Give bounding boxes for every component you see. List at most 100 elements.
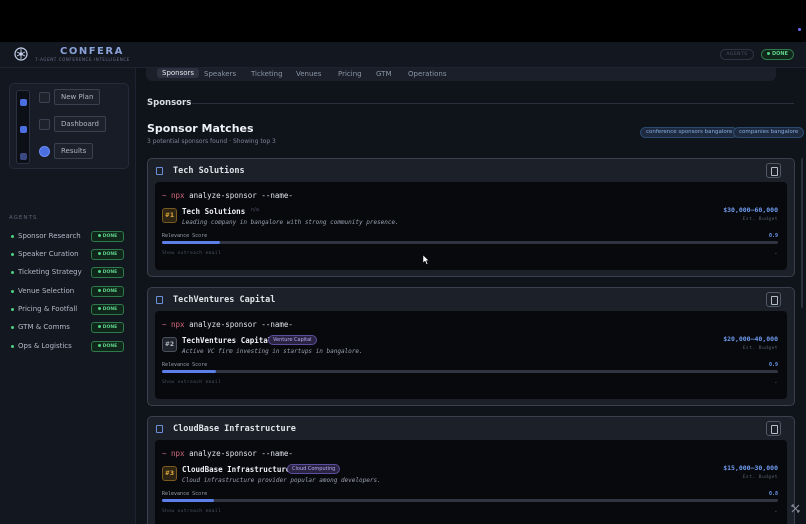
dashboard-button[interactable]: Dashboard xyxy=(54,116,106,132)
mouse-cursor-icon xyxy=(422,255,429,265)
tab-operations[interactable]: Operations xyxy=(408,70,446,78)
agent-name: Pricing & Footfall xyxy=(18,305,78,313)
tab-gtm[interactable]: GTM xyxy=(376,70,392,78)
outreach-toggle[interactable]: Show outreach email xyxy=(162,380,221,385)
copy-button[interactable] xyxy=(766,292,781,307)
brand-tagline: 7-AGENT CONFERENCE INTELLIGENCE xyxy=(35,57,130,62)
agent-item-ops-logistics[interactable]: Ops & Logistics DONE xyxy=(11,341,129,353)
agent-status-badge: DONE xyxy=(91,304,124,315)
chevron-down-icon[interactable]: ⌄ xyxy=(774,250,778,256)
relevance-label: Relevance Score xyxy=(162,233,208,239)
command-args: analyze-sponsor --name- xyxy=(189,191,293,200)
sponsor-description: Active VC firm investing in startups in … xyxy=(182,348,363,355)
sponsor-name: TechVentures Capital xyxy=(182,336,273,345)
outreach-toggle[interactable]: Show outreach email xyxy=(162,251,221,256)
sponsor-card-title: TechVentures Capital xyxy=(173,295,276,305)
agent-status-label: DONE xyxy=(102,289,118,294)
agent-item-sponsor-research[interactable]: Sponsor Research DONE xyxy=(11,231,129,243)
budget-amount: $30,000–60,000 xyxy=(723,206,778,214)
step-radio-results[interactable] xyxy=(39,146,50,157)
brand-name: CONFERA xyxy=(60,46,124,57)
sponsor-name: CloudBase Infrastructure xyxy=(182,465,291,474)
agent-status-badge: DONE xyxy=(91,249,124,260)
agent-status-dot xyxy=(11,271,14,274)
agent-status-badge: DONE xyxy=(91,231,124,242)
relevance-bar xyxy=(162,499,778,502)
search-query-chip[interactable]: conference sponsors bangalore xyxy=(640,127,739,138)
stepper-rail xyxy=(16,90,30,164)
app-header: CONFERA 7-AGENT CONFERENCE INTELLIGENCE … xyxy=(0,42,806,68)
results-tab-bar: Sponsors Speakers Ticketing Venues Prici… xyxy=(146,68,776,81)
sponsor-card-header: CloudBase Infrastructure xyxy=(155,421,787,437)
sponsor-terminal: ~ npx analyze-sponsor --name- #1 Tech So… xyxy=(155,182,787,270)
agent-status-label: DONE xyxy=(102,270,118,275)
tab-venues[interactable]: Venues xyxy=(296,70,321,78)
sponsor-card: CloudBase Infrastructure ~ npx analyze-s… xyxy=(147,416,795,524)
document-icon xyxy=(156,425,163,433)
relevance-bar-fill xyxy=(162,241,220,244)
budget-label: Est. Budget xyxy=(742,217,778,222)
relevance-value: 0.8 xyxy=(768,491,778,497)
chevron-down-icon[interactable]: ⌄ xyxy=(774,379,778,385)
check-dot-icon xyxy=(97,252,101,255)
check-dot-icon xyxy=(97,344,101,347)
rail-marker xyxy=(20,153,27,160)
search-query-chip[interactable]: companies bangalore xyxy=(733,127,805,138)
scrollbar[interactable] xyxy=(801,158,803,308)
app-window: CONFERA 7-AGENT CONFERENCE INTELLIGENCE … xyxy=(0,42,806,524)
agent-status-label: DONE xyxy=(102,307,118,312)
budget-label: Est. Budget xyxy=(742,346,778,351)
tab-ticketing[interactable]: Ticketing xyxy=(251,70,283,78)
relevance-bar-fill xyxy=(162,370,216,373)
status-badge: DONE xyxy=(761,49,794,60)
sponsor-description: Leading company in bangalore with strong… xyxy=(182,219,399,226)
agent-item-pricing-footfall[interactable]: Pricing & Footfall DONE xyxy=(11,304,129,316)
document-icon xyxy=(156,296,163,304)
command-line: ~ npx analyze-sponsor --name- xyxy=(162,191,293,200)
check-dot-icon xyxy=(97,270,101,273)
command-args: analyze-sponsor --name- xyxy=(189,320,293,329)
sponsor-card: Tech Solutions ~ npx analyze-sponsor --n… xyxy=(147,158,795,277)
agent-item-speaker-curation[interactable]: Speaker Curation DONE xyxy=(11,249,129,261)
check-dot-icon xyxy=(97,234,101,237)
results-button[interactable]: Results xyxy=(54,143,94,159)
globe-logo-icon xyxy=(14,47,28,61)
main-content: Sponsors Speakers Ticketing Venues Prici… xyxy=(136,68,806,524)
copy-button[interactable] xyxy=(766,163,781,178)
agent-item-venue-selection[interactable]: Venue Selection DONE xyxy=(11,286,129,298)
page-title: Sponsor Matches xyxy=(147,122,254,135)
check-dot-icon xyxy=(97,307,101,310)
sponsor-description: Cloud infrastructure provider popular am… xyxy=(182,477,381,484)
status-dot-icon xyxy=(766,52,770,55)
sponsor-terminal: ~ npx analyze-sponsor --name- #2 TechVen… xyxy=(155,311,787,399)
copy-button[interactable] xyxy=(766,421,781,436)
agents-section-label: AGENTS xyxy=(9,215,38,221)
agent-name: Ticketing Strategy xyxy=(18,268,82,276)
expand-icon[interactable] xyxy=(791,504,800,513)
command-prompt: ~ xyxy=(162,191,167,200)
chevron-down-icon[interactable]: ⌄ xyxy=(774,508,778,514)
sponsor-card: TechVentures Capital ~ npx analyze-spons… xyxy=(147,287,795,406)
agent-status-label: DONE xyxy=(102,252,118,257)
tab-sponsors[interactable]: Sponsors xyxy=(157,68,200,78)
sponsor-card-header: Tech Solutions xyxy=(155,163,787,179)
document-icon xyxy=(156,167,163,175)
new-plan-button[interactable]: New Plan xyxy=(54,89,101,105)
sponsor-category-tag: Cloud Computing xyxy=(287,464,341,474)
command-tool: npx xyxy=(171,320,185,329)
agent-status-dot xyxy=(11,345,14,348)
workflow-stepper: New Plan Dashboard Results xyxy=(9,83,129,169)
agent-item-ticketing-strategy[interactable]: Ticketing Strategy DONE xyxy=(11,267,129,279)
step-checkbox-dashboard[interactable] xyxy=(39,119,50,130)
agent-status-label: DONE xyxy=(102,234,118,239)
step-checkbox-new-plan[interactable] xyxy=(39,92,50,103)
outreach-toggle[interactable]: Show outreach email xyxy=(162,509,221,514)
tab-pricing[interactable]: Pricing xyxy=(338,70,362,78)
tab-speakers[interactable]: Speakers xyxy=(204,70,236,78)
agents-pill[interactable]: AGENTS xyxy=(720,49,754,60)
check-dot-icon xyxy=(97,289,101,292)
command-prompt: ~ xyxy=(162,449,167,458)
agent-name: Speaker Curation xyxy=(18,250,79,258)
agent-name: Ops & Logistics xyxy=(18,342,72,350)
agent-item-gtm-comms[interactable]: GTM & Comms DONE xyxy=(11,322,129,334)
